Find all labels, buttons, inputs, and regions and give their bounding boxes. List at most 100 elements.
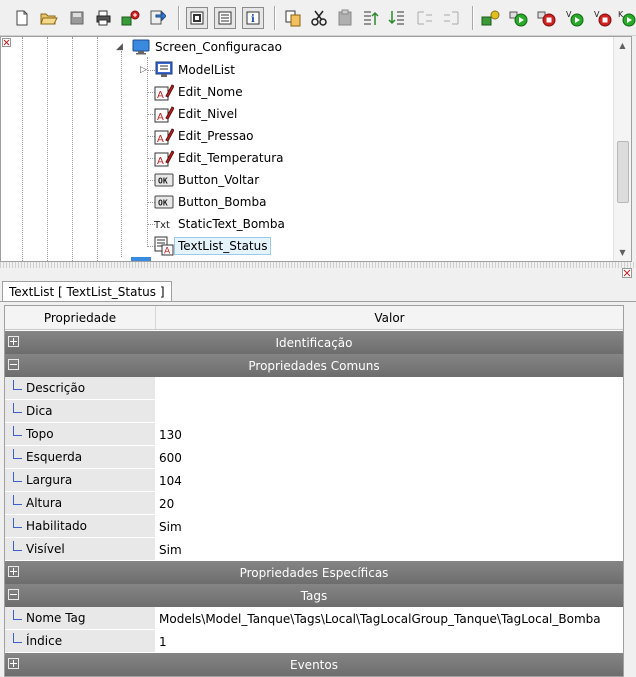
outdent-icon[interactable] xyxy=(440,7,462,29)
property-row-altura[interactable]: Altura 20 xyxy=(5,492,623,515)
property-value[interactable]: Sim xyxy=(157,538,623,561)
close-icon[interactable] xyxy=(2,38,11,47)
tree-node-modellist[interactable]: ModelList xyxy=(154,60,235,80)
screen-icon xyxy=(131,37,151,57)
property-row-indice[interactable]: Índice 1 xyxy=(5,630,623,653)
property-grid[interactable]: Propriedade Valor Identificação Propried… xyxy=(4,305,624,677)
tree-vertical-scrollbar[interactable]: ▲ ▼ xyxy=(613,37,631,261)
scroll-up-icon[interactable]: ▲ xyxy=(614,37,631,54)
panel-splitter[interactable] xyxy=(0,262,636,268)
tree-node-statictext-bomba[interactable]: Txt StaticText_Bomba xyxy=(154,214,285,234)
run-v-icon[interactable]: V xyxy=(564,7,586,29)
settings-key-icon[interactable] xyxy=(120,7,142,29)
collapse-icon[interactable]: ◢ xyxy=(116,42,123,52)
export-icon[interactable] xyxy=(146,7,168,29)
svg-text:A: A xyxy=(157,156,164,167)
property-value[interactable] xyxy=(157,400,623,423)
category-propriedades-especificas[interactable]: Propriedades Específicas xyxy=(5,561,623,584)
property-name: Visível xyxy=(26,542,65,556)
edit-field-icon: A xyxy=(154,104,174,124)
copy-icon[interactable] xyxy=(282,7,304,29)
tree-node-button-bomba[interactable]: OK Button_Bomba xyxy=(154,192,266,212)
close-icon[interactable] xyxy=(622,268,632,278)
run-k-icon[interactable]: K xyxy=(616,7,636,29)
open-folder-icon[interactable] xyxy=(38,7,60,29)
property-name: Descrição xyxy=(26,381,86,395)
property-row-habilitado[interactable]: Habilitado Sim xyxy=(5,515,623,538)
tree-node-edit-nome[interactable]: A Edit_Nome xyxy=(154,82,243,102)
category-tags[interactable]: Tags xyxy=(5,584,623,607)
property-value[interactable]: Sim xyxy=(157,515,623,538)
ok-button-icon: OK xyxy=(154,192,174,212)
property-value[interactable]: 1 xyxy=(157,630,623,653)
property-name: Esquerda xyxy=(26,450,83,464)
property-value[interactable]: Models\Model_Tanque\Tags\Local\TagLocalG… xyxy=(157,607,623,630)
property-value[interactable] xyxy=(157,377,623,400)
tree-node-label: StaticText_Bomba xyxy=(178,217,285,231)
print-icon[interactable] xyxy=(93,7,115,29)
new-file-icon[interactable] xyxy=(11,7,33,29)
property-value[interactable]: 130 xyxy=(157,423,623,446)
stop-icon[interactable] xyxy=(536,7,558,29)
tree-view-icon[interactable] xyxy=(186,7,208,29)
move-up-icon[interactable] xyxy=(360,7,382,29)
ok-glyph: OK xyxy=(158,199,168,208)
property-row-descricao[interactable]: Descrição xyxy=(5,377,623,400)
property-row-visivel[interactable]: Visível Sim xyxy=(5,538,623,561)
edit-field-icon: A xyxy=(154,148,174,168)
property-row-topo[interactable]: Topo 130 xyxy=(5,423,623,446)
tree-node-label: Edit_Pressao xyxy=(178,129,254,143)
property-row-nome-tag[interactable]: Nome Tag Models\Model_Tanque\Tags\Local\… xyxy=(5,607,623,630)
property-row-esquerda[interactable]: Esquerda 600 xyxy=(5,446,623,469)
tree-node-label: Screen_Configuracao xyxy=(155,40,282,54)
tab-label: TextList [ TextList_Status ] xyxy=(9,284,165,299)
list-view-icon[interactable] xyxy=(214,7,236,29)
tree-node-label: TextList_Status xyxy=(174,237,272,255)
indent-icon[interactable] xyxy=(414,7,436,29)
category-identificacao[interactable]: Identificação xyxy=(5,331,623,354)
category-eventos[interactable]: Eventos xyxy=(5,653,623,676)
svg-text:A: A xyxy=(157,90,164,101)
scroll-down-icon[interactable]: ▼ xyxy=(614,244,631,261)
save-icon[interactable] xyxy=(66,7,88,29)
column-header-property: Propriedade xyxy=(5,306,156,329)
property-row-largura[interactable]: Largura 104 xyxy=(5,469,623,492)
run-icon[interactable] xyxy=(508,7,530,29)
move-down-icon[interactable] xyxy=(386,7,408,29)
project-tree[interactable]: ◢ ▷ Screen_Configuracao ModelList A Edit… xyxy=(0,36,632,262)
ok-button-icon: OK xyxy=(154,170,174,190)
property-row-dica[interactable]: Dica xyxy=(5,400,623,423)
tree-node-label: ModelList xyxy=(178,63,236,77)
property-name: Índice xyxy=(26,634,63,648)
model-list-icon xyxy=(154,60,174,80)
tree-node-label: Button_Voltar xyxy=(178,173,260,187)
text-list-icon: A xyxy=(154,236,174,256)
tree-node-button-voltar[interactable]: OK Button_Voltar xyxy=(154,170,259,190)
property-name: Nome Tag xyxy=(26,611,86,625)
tree-node-edit-nivel[interactable]: A Edit_Nivel xyxy=(154,104,237,124)
expand-icon[interactable]: ▷ xyxy=(140,65,147,75)
stop-v-icon[interactable]: V xyxy=(592,7,614,29)
info-icon[interactable]: i xyxy=(242,7,264,29)
tree-node-screen[interactable]: Screen_Configuracao xyxy=(131,37,282,57)
cut-icon[interactable] xyxy=(308,7,330,29)
paste-icon[interactable] xyxy=(334,7,356,29)
property-value[interactable]: 600 xyxy=(157,446,623,469)
build-icon[interactable] xyxy=(480,7,502,29)
tree-node-edit-pressao[interactable]: A Edit_Pressao xyxy=(154,126,254,146)
property-name: Topo xyxy=(26,427,54,441)
tree-node-textlist-status[interactable]: A TextList_Status xyxy=(154,236,272,256)
svg-text:A: A xyxy=(157,134,164,145)
category-propriedades-comuns[interactable]: Propriedades Comuns xyxy=(5,354,623,377)
category-label: Propriedades Comuns xyxy=(248,358,380,373)
svg-text:A: A xyxy=(164,247,171,257)
property-value[interactable]: 104 xyxy=(157,469,623,492)
toolbar: i V V K xyxy=(0,0,636,36)
tree-node-edit-temperatura[interactable]: A Edit_Temperatura xyxy=(154,148,284,168)
column-header-value: Valor xyxy=(156,306,623,329)
property-name: Dica xyxy=(26,404,53,418)
scroll-thumb[interactable] xyxy=(617,141,629,203)
tree-node-label: Edit_Nivel xyxy=(178,107,238,121)
property-value[interactable]: 20 xyxy=(157,492,623,515)
tab-textlist-status[interactable]: TextList [ TextList_Status ] xyxy=(2,281,172,301)
